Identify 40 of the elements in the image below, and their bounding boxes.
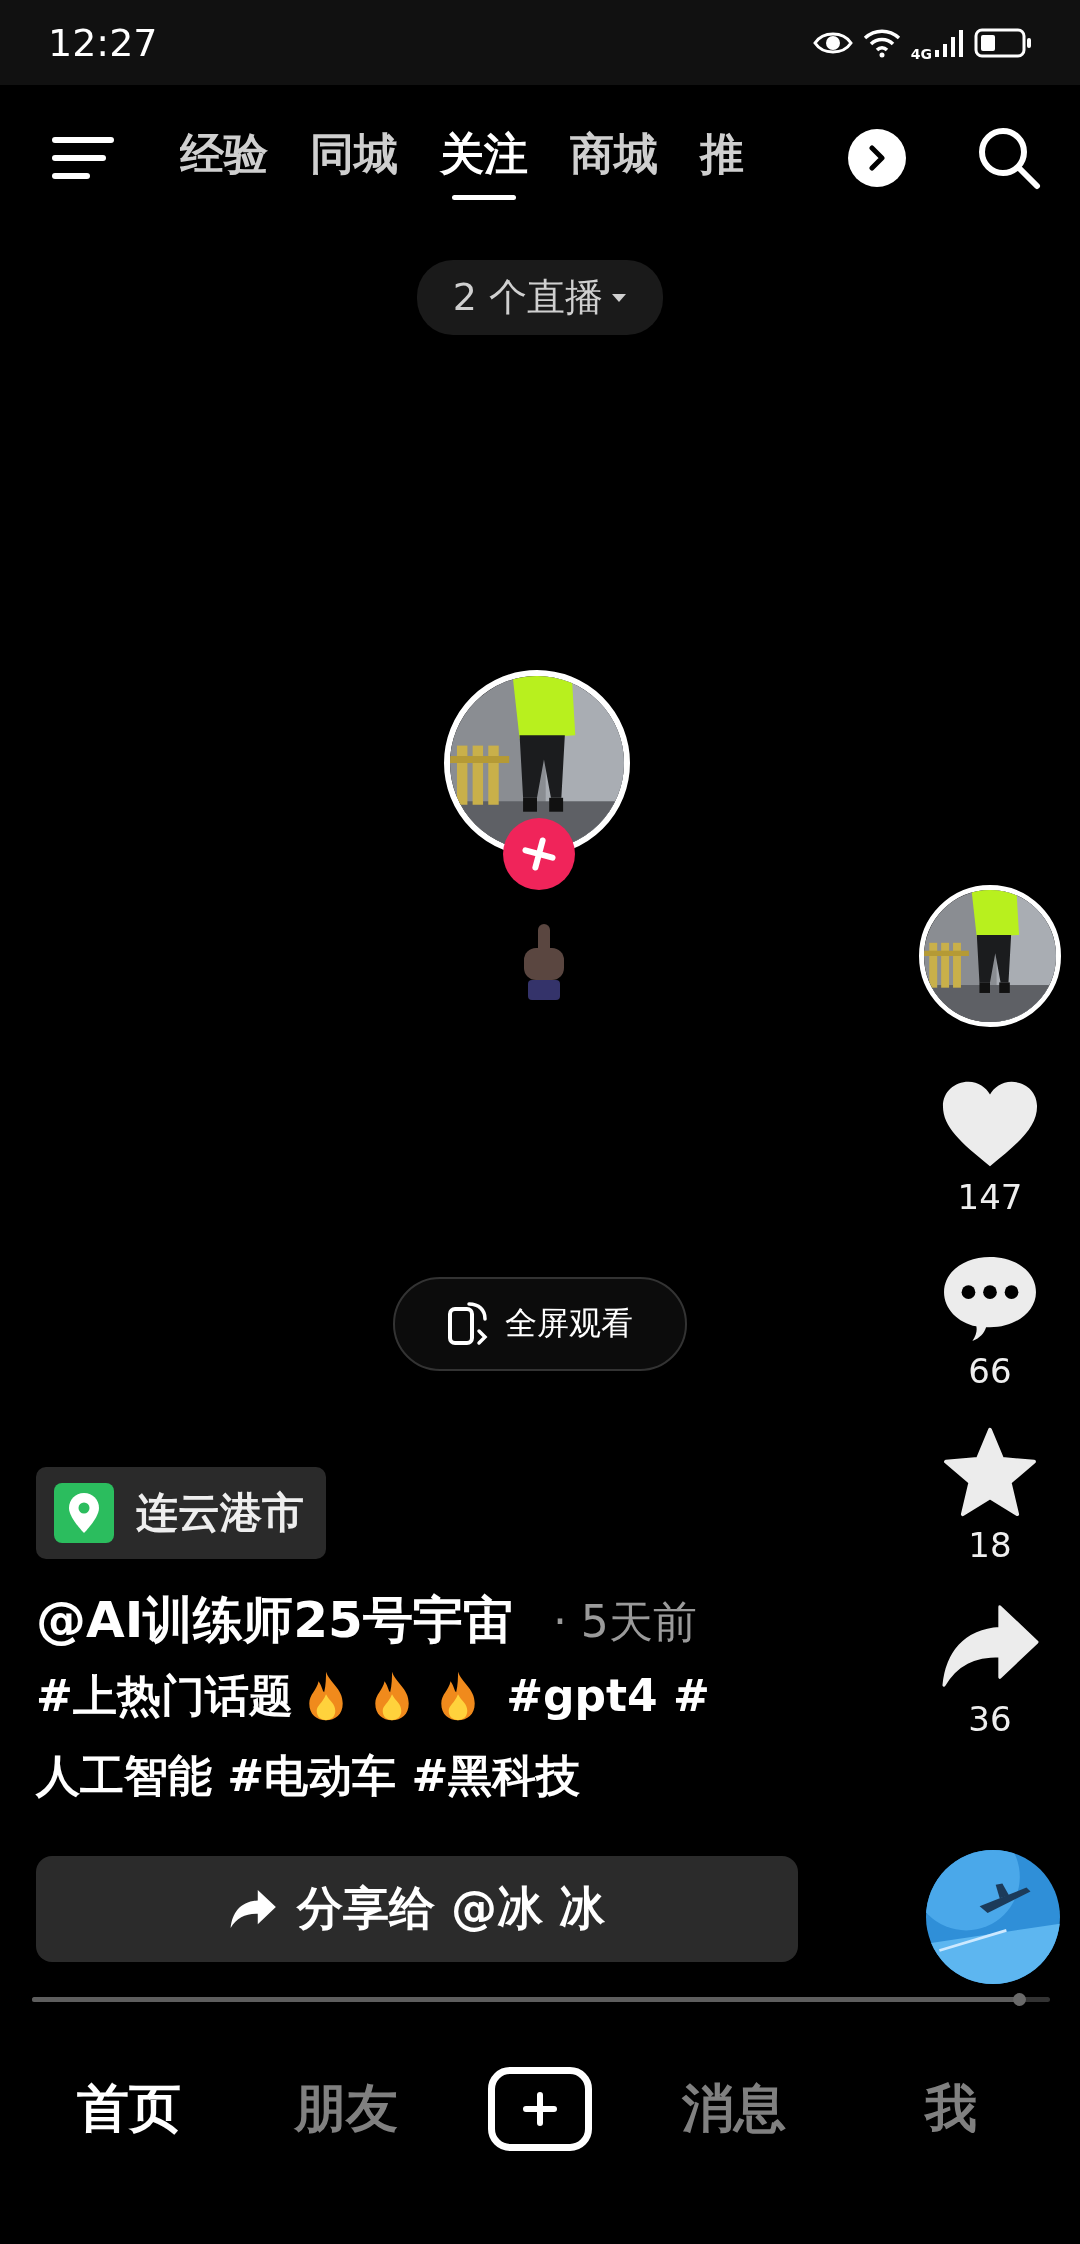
nav-tab[interactable]: 经验 (180, 115, 268, 200)
star-icon[interactable] (941, 1427, 1039, 1517)
location-text: 连云港市 (136, 1487, 304, 1539)
nav-item[interactable]: 朋友 (270, 2073, 421, 2145)
action-count: 66 (968, 1351, 1012, 1391)
location-pin-icon (54, 1483, 114, 1543)
progress-thumb[interactable] (1013, 1992, 1027, 2006)
live-dropdown[interactable]: 2 个直播 (416, 260, 664, 335)
caret-icon (611, 292, 628, 303)
location-tag[interactable]: 连云港市 (36, 1467, 326, 1559)
menu-icon[interactable] (52, 134, 114, 181)
signal-icon (934, 27, 964, 58)
hashtag-text[interactable]: 人工智能 #电动车 #黑科技 (36, 1738, 581, 1814)
share-to-friend-button[interactable]: 分享给 @冰 冰 (36, 1856, 798, 1962)
nav-tab[interactable]: 同城 (310, 115, 398, 200)
author-name[interactable]: @AI训练师25号宇宙 (36, 1587, 513, 1654)
share-arrow-icon (229, 1889, 277, 1929)
nav-item[interactable]: 首页 (53, 2073, 204, 2145)
nav-tab[interactable]: 商城 (570, 115, 658, 200)
nav-item[interactable]: 我 (876, 2073, 1027, 2145)
nav-tab[interactable]: 关注 (440, 115, 528, 200)
heart-icon[interactable] (941, 1079, 1039, 1169)
battery-icon (974, 27, 1032, 58)
wifi-icon (862, 27, 901, 58)
more-tabs-button[interactable] (848, 128, 906, 187)
hashtag-text[interactable]: #上热门话题 (36, 1658, 293, 1734)
fullscreen-button[interactable]: 全屏观看 (393, 1277, 687, 1371)
network-type: 4G (910, 45, 932, 62)
action-count: 36 (968, 1699, 1012, 1739)
action-count: 18 (968, 1525, 1012, 1565)
create-button[interactable] (487, 2067, 592, 2151)
chevron-icon (866, 144, 888, 171)
hashtag-text[interactable]: #gpt4 # (490, 1658, 710, 1734)
post-time: · 5天前 (552, 1595, 697, 1649)
rotate-phone-icon (447, 1301, 489, 1347)
plus-icon (522, 837, 556, 871)
nav-item[interactable]: 消息 (659, 2073, 810, 2145)
action-count: 147 (957, 1177, 1023, 1217)
status-time: 12:27 (48, 20, 158, 65)
nav-tab[interactable]: 推 (700, 115, 744, 200)
